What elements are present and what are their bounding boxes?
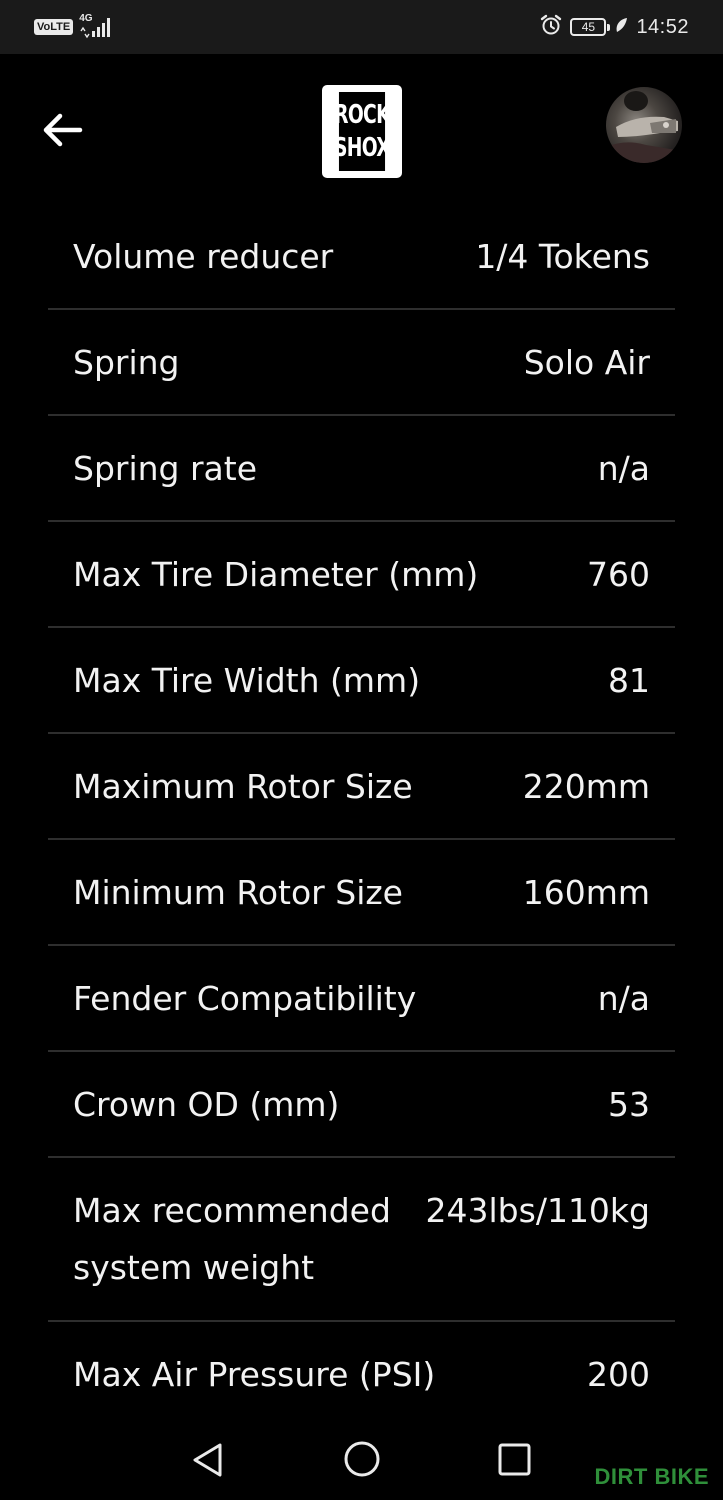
status-right: 45 14:52 xyxy=(540,12,689,42)
avatar[interactable] xyxy=(606,87,682,163)
spec-label: Max Tire Diameter (mm) xyxy=(73,555,479,594)
spec-label: Spring xyxy=(73,343,180,382)
status-left: VoLTE 4G xyxy=(34,13,115,40)
battery-icon: 45 xyxy=(570,18,611,36)
spec-row-crown-od: Crown OD (mm) 53 xyxy=(48,1052,675,1158)
spec-value: 53 xyxy=(608,1085,650,1124)
back-button[interactable] xyxy=(34,106,90,162)
spec-value: 200 xyxy=(587,1355,650,1394)
spec-row-max-tire-diameter: Max Tire Diameter (mm) 760 xyxy=(48,522,675,628)
rockshox-logo: ROCK SHOX xyxy=(322,85,402,178)
app-header: ROCK SHOX xyxy=(0,54,723,214)
spec-value: n/a xyxy=(597,449,650,488)
spec-value: 760 xyxy=(587,555,650,594)
spec-row-spring-rate: Spring rate n/a xyxy=(48,416,675,522)
triangle-back-icon xyxy=(193,1443,222,1477)
spec-row-min-rotor-size: Minimum Rotor Size 160mm xyxy=(48,840,675,946)
spec-value: 243lbs/110kg xyxy=(425,1191,650,1230)
circle-home-icon xyxy=(344,1441,380,1477)
spec-row-fender-compatibility: Fender Compatibility n/a xyxy=(48,946,675,1052)
spec-list: Volume reducer 1/4 Tokens Spring Solo Ai… xyxy=(48,204,675,1428)
spec-label: Crown OD (mm) xyxy=(73,1085,340,1124)
logo-line-1: ROCK xyxy=(334,99,390,130)
system-nav-bar: DIRT BIKE xyxy=(0,1416,723,1500)
spec-value: Solo Air xyxy=(523,343,650,382)
spec-label: Max Air Pressure (PSI) xyxy=(73,1355,436,1394)
spec-value: 160mm xyxy=(522,873,650,912)
spec-row-max-tire-width: Max Tire Width (mm) 81 xyxy=(48,628,675,734)
spec-label: Volume reducer xyxy=(73,237,334,276)
spec-row-volume-reducer: Volume reducer 1/4 Tokens xyxy=(48,204,675,310)
arrow-left-icon xyxy=(43,113,83,147)
square-recents-icon xyxy=(498,1443,531,1476)
logo-line-2: SHOX xyxy=(334,132,391,163)
spec-value: 1/4 Tokens xyxy=(475,237,650,276)
clock: 14:52 xyxy=(636,15,689,38)
spec-label: Maximum Rotor Size xyxy=(73,767,413,806)
spec-value: 81 xyxy=(608,661,650,700)
alarm-icon xyxy=(540,14,562,40)
spec-label: Fender Compatibility xyxy=(73,979,417,1018)
spec-label: Minimum Rotor Size xyxy=(73,873,403,912)
avatar-image xyxy=(606,91,682,163)
nav-home-button[interactable] xyxy=(342,1440,382,1480)
spec-label: Max recommended system weight xyxy=(73,1191,391,1287)
spec-label: Max Tire Width (mm) xyxy=(73,661,421,700)
spec-row-max-air-pressure: Max Air Pressure (PSI) 200 xyxy=(48,1322,675,1428)
volte-icon: VoLTE xyxy=(34,19,74,35)
spec-label: Spring rate xyxy=(73,449,258,488)
logo-text: ROCK SHOX xyxy=(334,92,391,171)
spec-row-max-system-weight: Max recommended system weight 243lbs/110… xyxy=(48,1158,675,1322)
status-bar: VoLTE 4G 45 14:52 xyxy=(0,0,723,54)
watermark: DIRT BIKE xyxy=(594,1464,709,1489)
battery-saver-icon xyxy=(614,16,628,38)
nav-back-button[interactable] xyxy=(188,1440,228,1480)
nav-recents-button[interactable] xyxy=(495,1440,535,1480)
spec-row-spring: Spring Solo Air xyxy=(48,310,675,416)
spec-row-max-rotor-size: Maximum Rotor Size 220mm xyxy=(48,734,675,840)
spec-value: n/a xyxy=(597,979,650,1018)
spec-value: 220mm xyxy=(522,767,650,806)
signal-icon: 4G xyxy=(79,13,115,39)
